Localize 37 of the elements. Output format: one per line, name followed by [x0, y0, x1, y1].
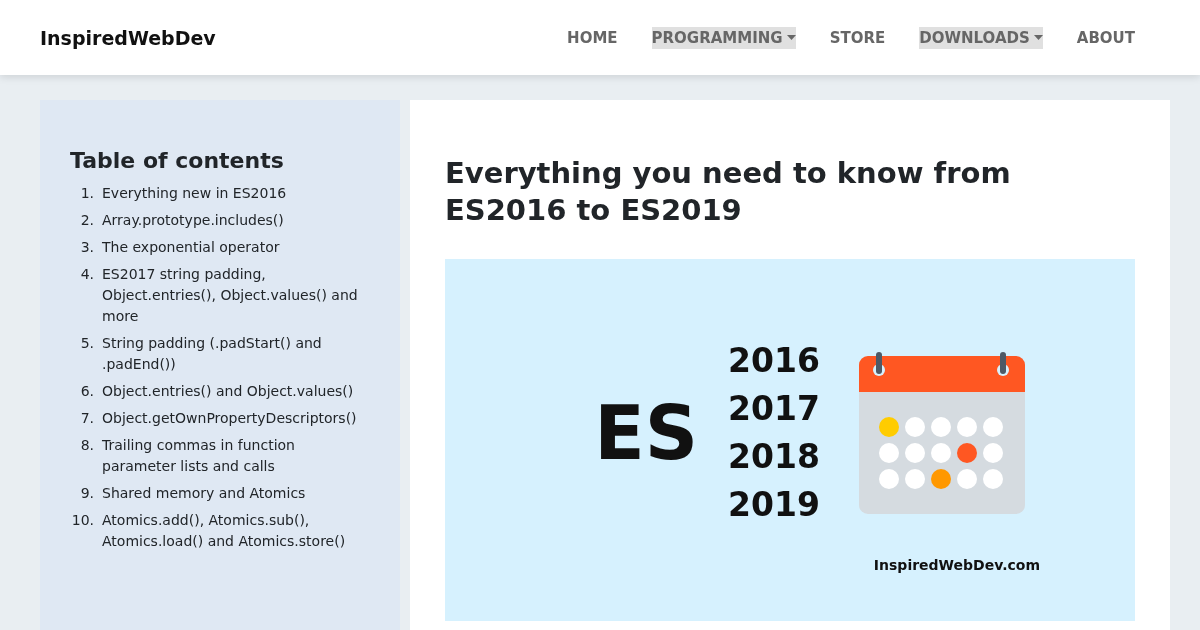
toc-link[interactable]: ES2017 string padding, Object.entries(), Object.values() and more	[102, 264, 370, 327]
nav-link[interactable]: DOWNLOADS	[919, 26, 1043, 49]
toc-number: 4.	[79, 265, 94, 284]
toc-number: 7.	[79, 409, 94, 428]
toc-link[interactable]: Trailing commas in function parameter lists and calls	[102, 435, 370, 477]
toc-link[interactable]: Everything new in ES2016	[102, 183, 287, 204]
caret-icon	[786, 35, 796, 40]
toc-link[interactable]: String padding (.padStart() and .padEnd())	[102, 333, 370, 375]
nav-link[interactable]: STORE	[829, 26, 886, 49]
toc-link[interactable]: Array.prototype.includes()	[102, 210, 284, 231]
banner-heading: ES	[594, 390, 698, 476]
nav-link[interactable]: PROGRAMMING	[651, 26, 796, 49]
toc-link[interactable]: Object.entries() and Object.values()	[102, 381, 354, 402]
banner-year: 2016	[728, 340, 820, 382]
toc-number: 9.	[79, 484, 94, 503]
toc-title: Table of contents	[70, 148, 285, 173]
toc-number: 1.	[79, 184, 94, 203]
nav-link[interactable]: HOME	[567, 26, 618, 49]
toc-number: 2.	[79, 211, 94, 230]
toc-link[interactable]: Shared memory and Atomics	[102, 483, 306, 504]
toc-link[interactable]: Atomics.add(), Atomics.sub(), Atomics.load() and Atomics.store()	[102, 510, 370, 552]
site-logo[interactable]: InspiredWebDev	[40, 26, 216, 49]
toc-number: 5.	[79, 334, 94, 353]
banner-site-name: InspiredWebDev.com	[873, 557, 1040, 573]
toc-number: 3.	[79, 238, 94, 257]
caret-icon	[1033, 35, 1043, 40]
article-title: Everything you need to know from ES2016 to ES2019	[445, 155, 1012, 229]
toc-link[interactable]: Object.getOwnPropertyDescriptors()	[102, 408, 357, 429]
banner-year: 2019	[728, 484, 820, 526]
toc-number: 10.	[70, 511, 94, 530]
toc-number: 8.	[79, 436, 94, 455]
toc-number: 6.	[79, 382, 94, 401]
banner-year: 2017	[728, 388, 820, 430]
nav-link[interactable]: ABOUT	[1076, 26, 1135, 49]
toc-link[interactable]: The exponential operator	[102, 237, 280, 258]
banner-year: 2018	[728, 436, 820, 478]
calendar-icon	[857, 352, 1026, 514]
